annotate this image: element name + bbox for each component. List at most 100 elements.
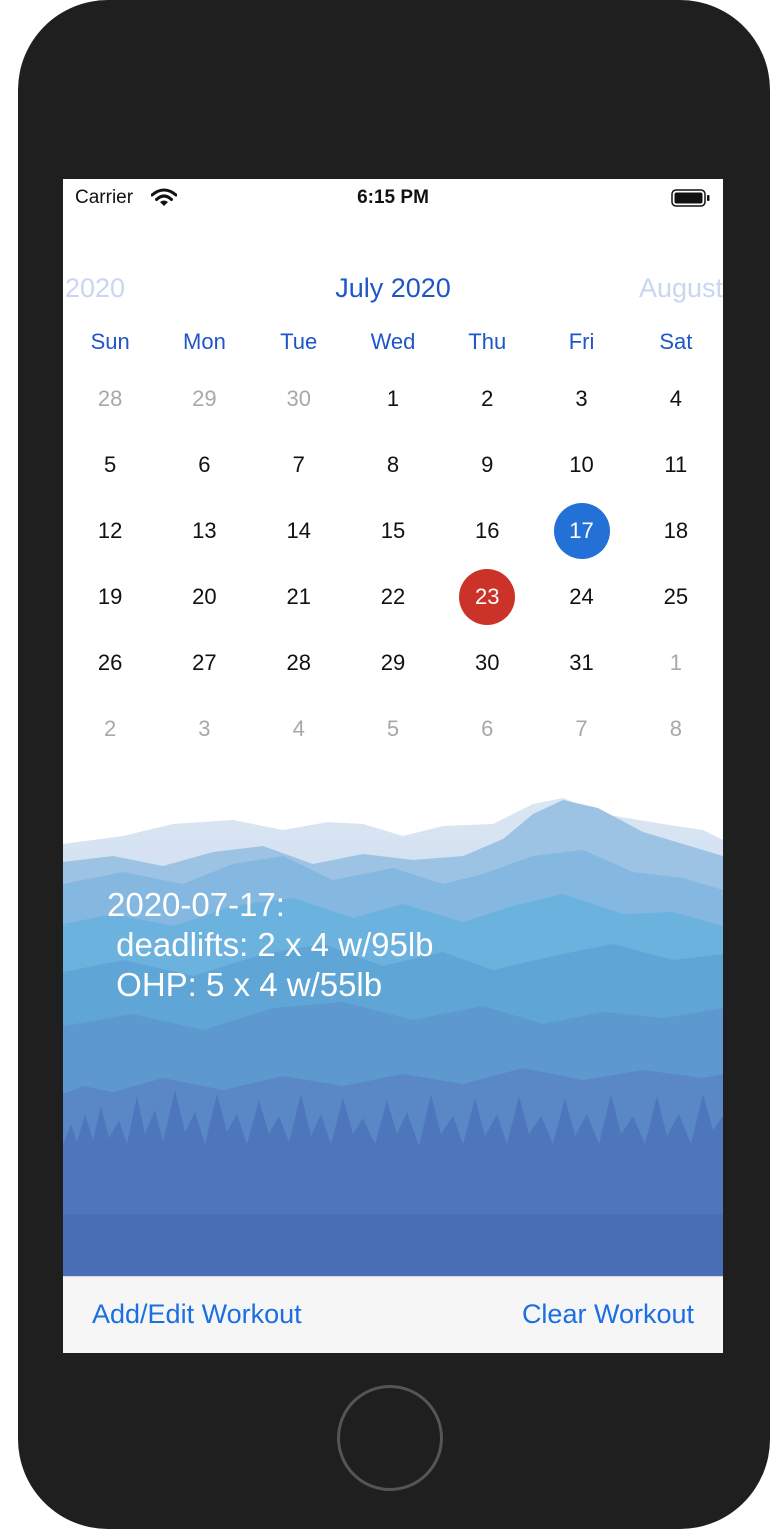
calendar-day[interactable]: 6	[440, 707, 534, 773]
calendar-day[interactable]: 14	[252, 509, 346, 575]
calendar-day[interactable]: 2	[63, 707, 157, 773]
calendar-day-number: 13	[192, 518, 217, 543]
calendar-day[interactable]: 30	[440, 641, 534, 707]
calendar-day[interactable]: 1	[629, 641, 723, 707]
calendar-day-number: 24	[569, 584, 594, 609]
calendar-day-number: 4	[669, 386, 682, 411]
calendar-day[interactable]: 1	[346, 377, 440, 443]
workout-line: OHP: 5 x 4 w/55lb	[107, 966, 383, 1003]
calendar-day[interactable]: 3	[534, 377, 628, 443]
calendar-day[interactable]: 22	[346, 575, 440, 641]
calendar-day[interactable]: 29	[346, 641, 440, 707]
clear-workout-button[interactable]: Clear Workout	[522, 1299, 694, 1330]
calendar-day[interactable]: 9	[440, 443, 534, 509]
calendar-day[interactable]: 6	[157, 443, 251, 509]
battery-icon	[671, 189, 710, 207]
calendar-day[interactable]: 2	[440, 377, 534, 443]
calendar-day-grid: 28 29 30 1 2 3 4 5 6 7 8 9 10 11 12 13 14 15 16 17 18 19 20 21 2…	[63, 377, 723, 773]
next-month-label[interactable]: August	[639, 273, 723, 304]
calendar-day-number: 28	[286, 650, 311, 675]
calendar-day[interactable]: 16	[440, 509, 534, 575]
calendar-day[interactable]: 26	[63, 641, 157, 707]
calendar-day[interactable]: 15	[346, 509, 440, 575]
weekday-label: Fri	[568, 329, 595, 354]
calendar-day[interactable]: 8	[629, 707, 723, 773]
calendar-day-number: 6	[481, 716, 494, 741]
calendar-day-number: 23	[459, 569, 516, 625]
calendar-day[interactable]: 27	[157, 641, 251, 707]
calendar-day-number: 29	[192, 386, 217, 411]
calendar-day-number: 17	[553, 503, 610, 559]
calendar-day-number: 1	[669, 650, 682, 675]
calendar-day-number: 30	[475, 650, 500, 675]
calendar-day[interactable]: 11	[629, 443, 723, 509]
calendar-day[interactable]: 4	[252, 707, 346, 773]
calendar-day-number: 25	[663, 584, 689, 609]
calendar-day[interactable]: 5	[63, 443, 157, 509]
weekday-header: Sun Mon Tue Wed Thu Fri Sat	[63, 329, 723, 359]
calendar-day-today[interactable]: 23	[440, 569, 534, 641]
calendar-day-number: 3	[198, 716, 211, 741]
calendar-day[interactable]: 4	[629, 377, 723, 443]
calendar-day-number: 2	[481, 386, 494, 411]
calendar-day[interactable]: 19	[63, 575, 157, 641]
status-bar: Carrier 6:15 PM	[63, 179, 723, 217]
calendar-day-number: 26	[97, 650, 123, 675]
calendar-day-number: 3	[575, 386, 588, 411]
calendar-day-number: 8	[386, 452, 400, 477]
bottom-toolbar: Add/Edit Workout Clear Workout	[63, 1276, 723, 1353]
calendar-day-number: 12	[97, 518, 123, 543]
calendar-day[interactable]: 7	[534, 707, 628, 773]
calendar-day-number: 30	[286, 386, 311, 411]
add-edit-workout-button[interactable]: Add/Edit Workout	[92, 1299, 302, 1330]
calendar-day[interactable]: 13	[157, 509, 251, 575]
status-time: 6:15 PM	[357, 187, 429, 208]
weekday-label: Mon	[183, 329, 226, 354]
calendar-day-number: 11	[664, 452, 688, 477]
calendar-day[interactable]: 12	[63, 509, 157, 575]
workout-line: deadlifts: 2 x 4 w/95lb	[107, 926, 434, 963]
calendar-day-number: 7	[575, 716, 588, 741]
weekday-label: Sun	[90, 329, 130, 354]
calendar-day-number: 29	[380, 650, 406, 675]
calendar-day[interactable]: 18	[629, 509, 723, 575]
workout-date: 2020-07-17:	[107, 886, 285, 923]
calendar-day-number: 20	[192, 584, 217, 609]
home-button[interactable]	[337, 1385, 443, 1491]
calendar-day-number: 19	[97, 584, 123, 609]
calendar-day[interactable]: 28	[252, 641, 346, 707]
calendar-day-number: 6	[198, 452, 211, 477]
calendar-day[interactable]: 31	[534, 641, 628, 707]
calendar-day-number: 18	[663, 518, 689, 543]
calendar-day-number: 5	[386, 716, 400, 741]
calendar-day-number: 10	[569, 452, 594, 477]
weekday-label: Thu	[468, 329, 507, 354]
calendar-day-number: 28	[97, 386, 123, 411]
calendar-day-number: 27	[192, 650, 217, 675]
calendar-day[interactable]: 29	[157, 377, 251, 443]
calendar-day[interactable]: 3	[157, 707, 251, 773]
current-month-title: July 2020	[335, 273, 451, 303]
calendar-day-number: 15	[380, 518, 406, 543]
calendar-day-number: 2	[104, 716, 117, 741]
calendar-day[interactable]: 20	[157, 575, 251, 641]
calendar-day[interactable]: 7	[252, 443, 346, 509]
calendar-day-number: 21	[286, 584, 311, 609]
calendar-day[interactable]: 21	[252, 575, 346, 641]
calendar-day-number: 1	[386, 386, 400, 411]
calendar-day-selected[interactable]: 17	[534, 503, 628, 575]
weekday-label: Wed	[370, 329, 416, 354]
calendar-day[interactable]: 28	[63, 377, 157, 443]
calendar-day[interactable]: 25	[629, 575, 723, 641]
calendar-day-number: 7	[292, 452, 305, 477]
weekday-label: Tue	[280, 329, 318, 354]
calendar-day[interactable]: 10	[534, 443, 628, 509]
calendar-day[interactable]: 5	[346, 707, 440, 773]
calendar-day[interactable]: 8	[346, 443, 440, 509]
calendar-day-number: 4	[292, 716, 305, 741]
calendar-day-number: 14	[286, 518, 311, 543]
calendar-day[interactable]: 30	[252, 377, 346, 443]
calendar-day-number: 5	[104, 452, 117, 477]
calendar-day[interactable]: 24	[534, 575, 628, 641]
calendar-day-number: 22	[380, 584, 406, 609]
